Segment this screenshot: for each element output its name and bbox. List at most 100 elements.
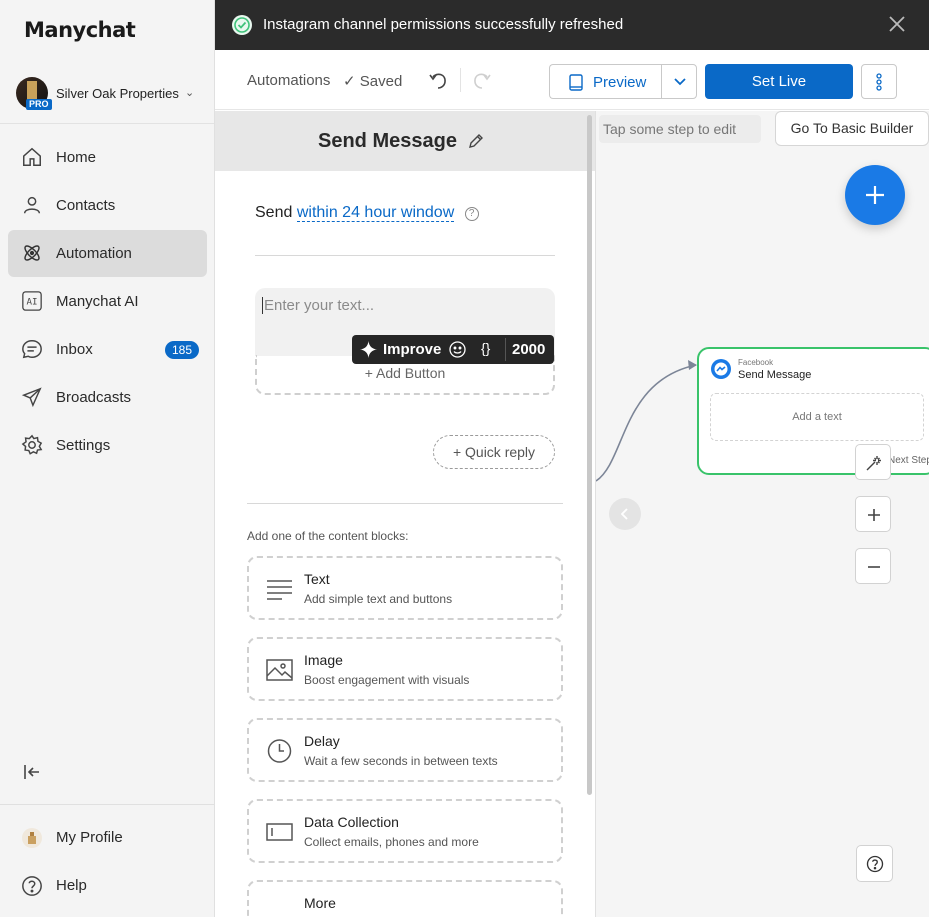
more-options-button[interactable] bbox=[861, 64, 897, 99]
vertical-dots-icon bbox=[876, 73, 882, 91]
node-add-text[interactable]: Add a text bbox=[710, 393, 924, 441]
sidebar: Manychat PRO Silver Oak Properties ⌄ Hom… bbox=[0, 0, 215, 917]
nav-item-my-profile[interactable]: My Profile bbox=[8, 816, 207, 860]
collapse-panel-button[interactable] bbox=[609, 498, 641, 530]
add-step-button[interactable] bbox=[845, 165, 905, 225]
content-blocks-heading: Add one of the content blocks: bbox=[247, 529, 409, 543]
pencil-icon[interactable] bbox=[468, 133, 484, 149]
account-switcher[interactable]: PRO Silver Oak Properties ⌄ bbox=[0, 66, 214, 124]
send-message-node[interactable]: Facebook Send Message Add a text Next St… bbox=[697, 347, 929, 475]
nav-item-help[interactable]: Help bbox=[8, 864, 207, 908]
flow-canvas[interactable]: Tap some step to edit Go To Basic Builde… bbox=[596, 111, 929, 917]
text-tools-bar: Improve {} 2000 bbox=[352, 335, 554, 364]
preview-button[interactable]: Preview bbox=[549, 64, 662, 99]
help-icon bbox=[866, 855, 884, 873]
nav-label: Contacts bbox=[56, 197, 116, 214]
node-title: Send Message bbox=[738, 369, 812, 381]
content-block-image[interactable]: Image Boost engagement with visuals bbox=[247, 637, 563, 701]
atom-icon bbox=[24, 245, 40, 261]
saved-label: Saved bbox=[359, 73, 403, 90]
collapse-sidebar-icon[interactable] bbox=[22, 762, 42, 782]
image-icon bbox=[266, 659, 293, 681]
plus-icon bbox=[868, 509, 880, 521]
divider bbox=[255, 255, 555, 256]
inbox-count-badge: 185 bbox=[164, 340, 199, 359]
more-dots-icon bbox=[266, 912, 293, 917]
phone-icon bbox=[569, 74, 583, 91]
toast-message: Instagram channel permissions successful… bbox=[263, 16, 624, 33]
send-window-row: Send within 24 hour window ? bbox=[255, 204, 479, 222]
auto-arrange-button[interactable] bbox=[855, 444, 891, 480]
panel-scrollbar[interactable] bbox=[587, 115, 592, 795]
block-subtitle: Wait a few seconds in between texts bbox=[304, 754, 498, 768]
nav-label: Settings bbox=[56, 437, 111, 454]
variable-button[interactable]: {} bbox=[481, 340, 490, 356]
nav-item-automation[interactable]: Automation bbox=[8, 230, 207, 277]
content-block-text[interactable]: Text Add simple text and buttons bbox=[247, 556, 563, 620]
node-next-step[interactable]: Next Step bbox=[888, 455, 929, 466]
improve-button[interactable]: Improve bbox=[383, 341, 441, 358]
main-nav: Home Contacts Automation AI Manychat AI … bbox=[8, 134, 207, 470]
block-subtitle: Collect emails, phones and more bbox=[304, 835, 479, 849]
preview-dropdown-button[interactable] bbox=[661, 64, 697, 99]
manychat-logo[interactable]: Manychat bbox=[24, 18, 136, 42]
step-edit-panel: Send Message Send within 24 hour window … bbox=[215, 111, 596, 917]
check-icon: ✓ bbox=[343, 73, 356, 90]
home-icon bbox=[23, 147, 41, 166]
nav-label: Manychat AI bbox=[56, 293, 139, 310]
block-title: Text bbox=[304, 571, 330, 587]
chevron-left-icon bbox=[621, 508, 628, 520]
canvas-help-button[interactable] bbox=[856, 845, 893, 882]
content-block-delay[interactable]: Delay Wait a few seconds in between text… bbox=[247, 718, 563, 782]
panel-header: Send Message bbox=[215, 111, 595, 171]
builder-toolbar: Automations ✓ Saved Preview Set Live bbox=[215, 50, 929, 110]
nav-item-inbox[interactable]: Inbox 185 bbox=[8, 326, 207, 373]
preview-label: Preview bbox=[593, 74, 647, 91]
character-limit: 2000 bbox=[512, 341, 546, 358]
block-subtitle: Boost engagement with visuals bbox=[304, 673, 470, 687]
node-channel: Facebook bbox=[738, 358, 774, 367]
nav-item-manychat-ai[interactable]: AI Manychat AI bbox=[8, 278, 207, 325]
send-prefix: Send bbox=[255, 204, 293, 221]
emoji-icon[interactable] bbox=[449, 341, 466, 358]
content-block-data-collection[interactable]: Data Collection Collect emails, phones a… bbox=[247, 799, 563, 863]
text-lines-icon bbox=[267, 580, 292, 600]
zoom-out-button[interactable] bbox=[855, 548, 891, 584]
gear-icon bbox=[21, 434, 43, 455]
block-title: Data Collection bbox=[304, 814, 399, 830]
help-icon bbox=[22, 876, 42, 896]
set-live-button[interactable]: Set Live bbox=[705, 64, 853, 99]
input-field-icon bbox=[266, 823, 293, 841]
flow-connector bbox=[596, 360, 697, 482]
close-icon[interactable] bbox=[887, 14, 907, 34]
nav-item-broadcasts[interactable]: Broadcasts bbox=[8, 374, 207, 421]
block-title: Image bbox=[304, 652, 343, 668]
zoom-in-button[interactable] bbox=[855, 496, 891, 532]
go-to-basic-builder-button[interactable]: Go To Basic Builder bbox=[775, 111, 929, 146]
redo-icon[interactable] bbox=[471, 69, 493, 91]
ai-icon: AI bbox=[22, 291, 42, 311]
chevron-down-icon: ⌄ bbox=[185, 87, 195, 99]
quick-reply-button[interactable]: + Quick reply bbox=[433, 435, 555, 469]
canvas-hint: Tap some step to edit bbox=[599, 115, 761, 143]
pro-badge: PRO bbox=[26, 99, 52, 110]
magic-wand-icon bbox=[866, 456, 881, 471]
help-icon[interactable]: ? bbox=[464, 207, 479, 221]
messenger-icon bbox=[711, 359, 731, 379]
content-block-more[interactable]: More bbox=[247, 880, 563, 917]
nav-label: Broadcasts bbox=[56, 389, 132, 406]
breadcrumb-automations[interactable]: Automations bbox=[247, 72, 330, 89]
nav-label: Inbox bbox=[56, 341, 93, 358]
nav-item-contacts[interactable]: Contacts bbox=[8, 182, 207, 229]
nav-item-home[interactable]: Home bbox=[8, 134, 207, 181]
success-toast: Instagram channel permissions successful… bbox=[215, 0, 929, 50]
svg-text:AI: AI bbox=[26, 297, 37, 308]
nav-item-settings[interactable]: Settings bbox=[8, 422, 207, 469]
sparkle-icon bbox=[360, 341, 377, 358]
block-title: More bbox=[304, 895, 336, 911]
panel-title[interactable]: Send Message bbox=[318, 130, 457, 153]
send-window-link[interactable]: within 24 hour window bbox=[296, 204, 455, 222]
person-icon bbox=[23, 196, 41, 214]
undo-icon[interactable] bbox=[427, 69, 449, 91]
block-subtitle: Add simple text and buttons bbox=[304, 592, 453, 606]
